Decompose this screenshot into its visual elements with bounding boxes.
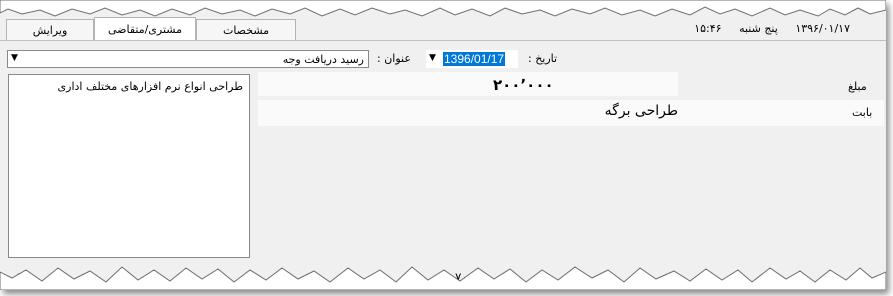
date-value[interactable]: 1396/01/17 [443, 52, 506, 66]
amount-label: مبلغ [848, 80, 867, 93]
tab-divider [0, 40, 886, 41]
chevron-down-icon[interactable]: ▼ [429, 53, 436, 63]
chevron-down-icon[interactable]: ▼ [11, 53, 18, 63]
title-value: رسید دریافت وجه [282, 53, 364, 66]
tab-edit[interactable]: ویرایش [6, 19, 94, 41]
header-weekday: پنج شنبه [739, 22, 778, 35]
amount-value: ۲۰۰٬۰۰۰ [493, 76, 554, 94]
for-value: طراحی برگه [604, 103, 678, 119]
tab-customer[interactable]: مشتری/متقاضی [94, 17, 196, 41]
title-label: عنوان : [377, 52, 411, 65]
for-field[interactable]: طراحی برگه [258, 100, 884, 126]
description-textarea[interactable]: طراحی انواع نرم افزارهای مختلف اداری [8, 74, 250, 258]
header-date-time: ۱۳۹۶/۰۱/۱۷ پنج شنبه ۱۵:۴۶ [680, 22, 850, 35]
title-combobox[interactable]: ▼ رسید دریافت وجه [7, 50, 369, 68]
header-date: ۱۳۹۶/۰۱/۱۷ [795, 22, 850, 35]
tab-specifications[interactable]: مشخصات [196, 19, 296, 41]
header-time: ۱۵:۴۶ [694, 22, 722, 35]
for-label: بابت [852, 106, 873, 119]
date-label: تاریخ : [528, 52, 558, 65]
amount-field[interactable]: ۲۰۰٬۰۰۰ [258, 72, 678, 96]
date-picker[interactable]: ▼ 1396/01/17 [426, 50, 518, 68]
form-window: ویرایش مشتری/متقاضی مشخصات ۱۳۹۶/۰۱/۱۷ پن… [0, 0, 886, 290]
description-text: طراحی انواع نرم افزارهای مختلف اداری [57, 80, 243, 93]
torn-edge-bottom [0, 266, 886, 290]
